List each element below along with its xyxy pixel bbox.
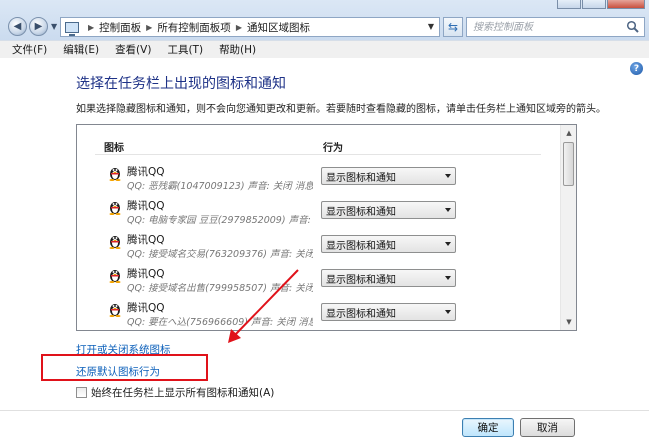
- search-input[interactable]: [467, 18, 617, 36]
- scroll-down-icon[interactable]: ▼: [561, 314, 576, 330]
- behavior-select-value: 显示图标和通知: [326, 206, 396, 218]
- chevron-down-icon: [445, 208, 451, 212]
- computer-icon: [65, 21, 79, 36]
- always-show-all-label[interactable]: 始终在任务栏上显示所有图标和通知(A): [91, 385, 274, 400]
- window-controls: [556, 0, 645, 10]
- qq-penguin-icon: [109, 236, 121, 249]
- search-icon[interactable]: [626, 20, 640, 34]
- list-item[interactable]: 腾讯QQ QQ: 电脑专家园 豆豆(2979852009) 声音: 关闭 消 显…: [77, 195, 561, 229]
- always-show-all-checkbox-row[interactable]: 始终在任务栏上显示所有图标和通知(A): [76, 385, 274, 400]
- behavior-select-value: 显示图标和通知: [326, 308, 396, 320]
- address-bar[interactable]: ▶ 控制面板 ▶ 所有控制面板项 ▶ 通知区域图标 ▼: [60, 17, 440, 37]
- qq-penguin-icon: [109, 270, 121, 283]
- breadcrumb-separator-icon[interactable]: ▶: [236, 23, 242, 32]
- app-name: 腾讯QQ: [127, 302, 165, 314]
- app-detail: QQ: 接受域名交易(763209376) 声音: 关闭 ...: [127, 249, 313, 260]
- behavior-select[interactable]: 显示图标和通知: [321, 269, 456, 287]
- address-dropdown-icon[interactable]: ▼: [428, 22, 434, 31]
- breadcrumb-control-panel[interactable]: 控制面板: [99, 20, 141, 35]
- ok-button[interactable]: 确定: [462, 418, 514, 437]
- chevron-down-icon: [445, 174, 451, 178]
- search-box[interactable]: [466, 17, 645, 37]
- qq-penguin-icon: [109, 304, 121, 317]
- recent-pages-dropdown-icon[interactable]: ▼: [51, 22, 57, 31]
- column-header-icon: 图标: [104, 143, 124, 154]
- behavior-select-value: 显示图标和通知: [326, 274, 396, 286]
- app-name: 腾讯QQ: [127, 268, 165, 280]
- main-content: ? 选择在任务栏上出现的图标和通知 如果选择隐藏图标和通知，则不会向您通知更改和…: [0, 58, 649, 441]
- forward-arrow-icon: ▶: [34, 21, 43, 32]
- breadcrumb-all-items[interactable]: 所有控制面板项: [157, 20, 231, 35]
- menu-tools[interactable]: 工具(T): [159, 42, 211, 57]
- app-name: 腾讯QQ: [127, 200, 165, 212]
- breadcrumb-separator-icon[interactable]: ▶: [146, 23, 152, 32]
- menu-help[interactable]: 帮助(H): [211, 42, 264, 57]
- app-name: 腾讯QQ: [127, 166, 165, 178]
- behavior-select[interactable]: 显示图标和通知: [321, 201, 456, 219]
- help-icon[interactable]: ?: [630, 62, 643, 75]
- qq-penguin-icon: [109, 168, 121, 181]
- column-header-behavior: 行为: [323, 143, 343, 154]
- behavior-select[interactable]: 显示图标和通知: [321, 303, 456, 321]
- app-detail: QQ: 接受域名出售(799958507) 声音: 关闭 ...: [127, 283, 313, 294]
- back-button[interactable]: ◀: [8, 17, 27, 36]
- behavior-select-value: 显示图标和通知: [326, 240, 396, 252]
- minimize-button[interactable]: [557, 0, 581, 9]
- qq-penguin-icon: [109, 202, 121, 215]
- refresh-button[interactable]: ⇆: [443, 17, 463, 37]
- chevron-down-icon: [445, 242, 451, 246]
- page-description: 如果选择隐藏图标和通知，则不会向您通知更改和更新。若要随时查看隐藏的图标，请单击…: [76, 104, 606, 115]
- app-name: 腾讯QQ: [127, 234, 165, 246]
- list-item[interactable]: 腾讯QQ QQ: 接受域名出售(799958507) 声音: 关闭 ... 显示…: [77, 263, 561, 297]
- behavior-select[interactable]: 显示图标和通知: [321, 235, 456, 253]
- annotation-highlight-box: [41, 354, 208, 381]
- header-divider: [95, 154, 541, 155]
- menu-file[interactable]: 文件(F): [4, 42, 55, 57]
- app-detail: QQ: 要在へ込(756966609) 声音: 关闭 消息...: [127, 317, 313, 328]
- behavior-select-value: 显示图标和通知: [326, 172, 396, 184]
- breadcrumb-notification-icons[interactable]: 通知区域图标: [247, 20, 310, 35]
- footer-divider: [0, 410, 649, 411]
- window-chrome: ◀ ▶ ▼ ▶ 控制面板 ▶ 所有控制面板项 ▶ 通知区域图标 ▼ ⇆ 文件(F…: [0, 0, 649, 58]
- app-detail: QQ: 电脑专家园 豆豆(2979852009) 声音: 关闭 消: [127, 215, 313, 226]
- forward-button[interactable]: ▶: [29, 17, 48, 36]
- behavior-select[interactable]: 显示图标和通知: [321, 167, 456, 185]
- menu-bar: 文件(F) 编辑(E) 查看(V) 工具(T) 帮助(H): [0, 40, 649, 58]
- list-item[interactable]: 腾讯QQ QQ: 恶残霸(1047009123) 声音: 关闭 消息提... 显…: [77, 161, 561, 195]
- scroll-up-icon[interactable]: ▲: [561, 125, 576, 141]
- chevron-down-icon: [445, 276, 451, 280]
- app-detail: QQ: 恶残霸(1047009123) 声音: 关闭 消息提...: [127, 181, 313, 192]
- always-show-all-checkbox[interactable]: [76, 387, 87, 398]
- close-button[interactable]: [607, 0, 645, 9]
- cancel-button[interactable]: 取消: [520, 418, 575, 437]
- breadcrumb-separator-icon[interactable]: ▶: [88, 23, 94, 32]
- refresh-icon: ⇆: [447, 20, 459, 34]
- list-item[interactable]: 腾讯QQ QQ: 要在へ込(756966609) 声音: 关闭 消息... 显示…: [77, 297, 561, 330]
- notification-icons-list[interactable]: 图标 行为 腾讯QQ QQ: 恶残霸(1047009123) 声音: 关闭 消息…: [76, 124, 577, 331]
- chevron-down-icon: [445, 310, 451, 314]
- menu-edit[interactable]: 编辑(E): [55, 42, 107, 57]
- scroll-thumb[interactable]: [563, 142, 574, 186]
- back-arrow-icon: ◀: [13, 21, 22, 32]
- menu-view[interactable]: 查看(V): [107, 42, 159, 57]
- page-title: 选择在任务栏上出现的图标和通知: [76, 76, 286, 92]
- maximize-button[interactable]: [582, 0, 606, 9]
- vertical-scrollbar[interactable]: ▲ ▼: [560, 125, 576, 330]
- list-item[interactable]: 腾讯QQ QQ: 接受域名交易(763209376) 声音: 关闭 ... 显示…: [77, 229, 561, 263]
